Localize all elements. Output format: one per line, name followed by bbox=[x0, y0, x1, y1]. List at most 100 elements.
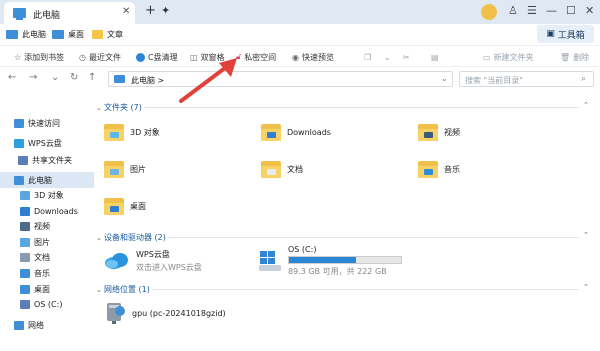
toolbar: ☆ 添加到书签 ◷ 最近文件 C盘清理 ◫ 双窗格 🔓︎ 私密空间 ◉ 快速预览… bbox=[0, 45, 600, 67]
folder-name: 视频 bbox=[444, 128, 460, 137]
computer-icon bbox=[14, 175, 24, 185]
chevron-up-icon[interactable]: ⌃ bbox=[583, 101, 589, 109]
bookmark-label: 桌面 bbox=[68, 29, 84, 39]
up-arrow-icon[interactable]: ↑ bbox=[88, 72, 96, 83]
bookmark-label: 文章 bbox=[107, 29, 123, 39]
group-header-devices[interactable]: 设备和驱动器 (2) bbox=[104, 232, 166, 243]
chevron-down-icon[interactable]: ⌄ bbox=[96, 104, 102, 112]
music-folder-icon bbox=[418, 161, 438, 178]
delete-button[interactable]: 🗑︎ 删除 bbox=[560, 51, 589, 63]
bookmark-this-pc[interactable]: 此电脑 bbox=[6, 27, 46, 41]
quick-preview-button[interactable]: ◉ 快速预览 bbox=[292, 51, 334, 63]
network-drive-icon bbox=[107, 303, 125, 324]
back-arrow-icon[interactable]: ← bbox=[8, 72, 16, 83]
search-icon[interactable]: ⌕ bbox=[581, 74, 586, 84]
video-icon bbox=[20, 221, 30, 231]
annotation-arrow bbox=[179, 58, 237, 103]
chevron-down-icon[interactable]: ⌄ bbox=[96, 286, 102, 294]
broom-icon bbox=[136, 52, 145, 62]
cut-icon[interactable]: ✂ bbox=[403, 51, 410, 63]
chevron-down-icon[interactable]: ⌄ bbox=[51, 72, 59, 83]
star-outline-icon: ☆ bbox=[14, 52, 22, 62]
chevron-down-icon[interactable]: ⌄ bbox=[441, 74, 448, 83]
sidebar-item-label: Downloads bbox=[34, 206, 78, 216]
close-tab-icon[interactable]: ✕ bbox=[122, 6, 130, 17]
sidebar-item-label: 桌面 bbox=[34, 284, 50, 294]
chevron-down-icon[interactable]: ⌄ bbox=[96, 234, 102, 242]
paste-icon[interactable]: ▤ bbox=[431, 51, 439, 63]
drive-icon bbox=[259, 251, 281, 271]
network-icon bbox=[14, 320, 24, 330]
forward-arrow-icon[interactable]: → bbox=[29, 72, 37, 83]
drive-c-name: OS (C:) bbox=[288, 245, 317, 254]
sidebar-item[interactable]: WPS云盘 bbox=[0, 135, 94, 151]
sparkle-icon[interactable]: ✦ bbox=[161, 4, 170, 17]
delete-label: 删除 bbox=[573, 52, 590, 62]
recent-files-button[interactable]: ◷ 最近文件 bbox=[79, 51, 121, 63]
network-location-item[interactable]: gpu (pc-20241018gzid) bbox=[104, 301, 226, 325]
group-header-network[interactable]: 网络位置 (1) bbox=[104, 284, 150, 295]
tab-this-pc[interactable]: 此电脑 ✕ bbox=[4, 2, 135, 24]
trash-icon: 🗑︎ bbox=[560, 52, 571, 62]
private-space-label: 私密空间 bbox=[244, 52, 277, 62]
briefcase-icon: ▣ bbox=[546, 29, 555, 39]
sidebar-item-label: 视频 bbox=[34, 221, 50, 231]
quick-preview-label: 快速预览 bbox=[301, 52, 334, 62]
sidebar-item[interactable]: 快速访问 bbox=[0, 115, 94, 131]
documents-folder-icon bbox=[261, 161, 281, 178]
sidebar-item[interactable]: 桌面 bbox=[0, 281, 94, 297]
folder-item[interactable]: 音乐 bbox=[418, 161, 460, 178]
sidebar-item[interactable]: OS (C:) bbox=[0, 296, 94, 312]
chevron-down-icon[interactable]: ⌄ bbox=[384, 51, 391, 63]
refresh-icon[interactable]: ↻ bbox=[70, 72, 78, 83]
close-window-icon[interactable]: ✕ bbox=[585, 4, 594, 17]
wps-cloud-item[interactable]: WPS云盘 双击进入WPS云盘 bbox=[104, 249, 202, 273]
cloud-icon bbox=[14, 138, 24, 148]
sidebar-item[interactable]: 视频 bbox=[0, 218, 94, 234]
folder-item[interactable]: 文档 bbox=[261, 161, 303, 178]
add-bookmark-button[interactable]: ☆ 添加到书签 bbox=[14, 51, 64, 63]
shirt-icon[interactable]: ♙ bbox=[508, 4, 518, 17]
sidebar-item[interactable]: 图片 bbox=[0, 234, 94, 250]
address-bar[interactable]: 此电脑 > bbox=[108, 71, 453, 87]
folder-item[interactable]: 视频 bbox=[418, 124, 460, 141]
chevron-up-icon[interactable]: ⌃ bbox=[583, 283, 589, 291]
bookmark-article[interactable]: 文章 bbox=[92, 27, 123, 41]
menu-icon[interactable]: ☰ bbox=[527, 4, 537, 17]
new-tab-icon[interactable]: + bbox=[145, 3, 156, 18]
new-folder-button[interactable]: ▭ 新建文件夹 bbox=[483, 51, 534, 63]
divider bbox=[144, 107, 579, 108]
sidebar-item[interactable]: 网络 bbox=[0, 317, 94, 333]
sidebar-item-label: 3D 对象 bbox=[34, 190, 64, 200]
folder-item[interactable]: Downloads bbox=[261, 124, 331, 141]
toolbox-button[interactable]: ▣ 工具箱 bbox=[537, 25, 594, 43]
sidebar-item-label: 快速访问 bbox=[28, 118, 60, 128]
drive-c-item[interactable]: OS (C:) 89.3 GB 可用，共 222 GB bbox=[258, 245, 402, 277]
search-input[interactable]: 搜索 "当前目录" bbox=[459, 71, 594, 87]
avatar[interactable] bbox=[481, 4, 497, 20]
folder-item[interactable]: 图片 bbox=[104, 161, 146, 178]
toolbox-label: 工具箱 bbox=[557, 30, 585, 41]
sidebar-item[interactable]: 文档 bbox=[0, 249, 94, 265]
bookmark-desktop[interactable]: 桌面 bbox=[52, 27, 84, 41]
group-header-folders[interactable]: 文件夹 (7) bbox=[104, 102, 142, 113]
minimize-icon[interactable]: — bbox=[546, 4, 557, 17]
folder-item[interactable]: 3D 对象 bbox=[104, 124, 160, 141]
sidebar-item[interactable]: 音乐 bbox=[0, 265, 94, 281]
folder-name: Downloads bbox=[287, 128, 331, 137]
new-folder-icon: ▭ bbox=[483, 52, 491, 62]
sidebar-item[interactable]: 此电脑 bbox=[0, 172, 94, 188]
maximize-icon[interactable]: ☐ bbox=[566, 4, 576, 17]
sidebar-item[interactable]: 3D 对象 bbox=[0, 187, 94, 203]
c-clean-button[interactable]: C盘清理 bbox=[136, 51, 178, 63]
chevron-up-icon[interactable]: ⌃ bbox=[583, 231, 589, 239]
tab-title: 此电脑 bbox=[33, 11, 61, 21]
folder-item[interactable]: 桌面 bbox=[104, 198, 146, 215]
sidebar-item[interactable]: Downloads bbox=[0, 203, 94, 219]
folder-name: 桌面 bbox=[130, 202, 146, 211]
pictures-folder-icon bbox=[104, 161, 124, 178]
copy-icon[interactable]: ❐ bbox=[364, 51, 371, 63]
sidebar-item[interactable]: 共享文件夹 bbox=[0, 152, 94, 168]
folder-name: 图片 bbox=[130, 165, 146, 174]
network-location-name: gpu (pc-20241018gzid) bbox=[132, 308, 226, 318]
